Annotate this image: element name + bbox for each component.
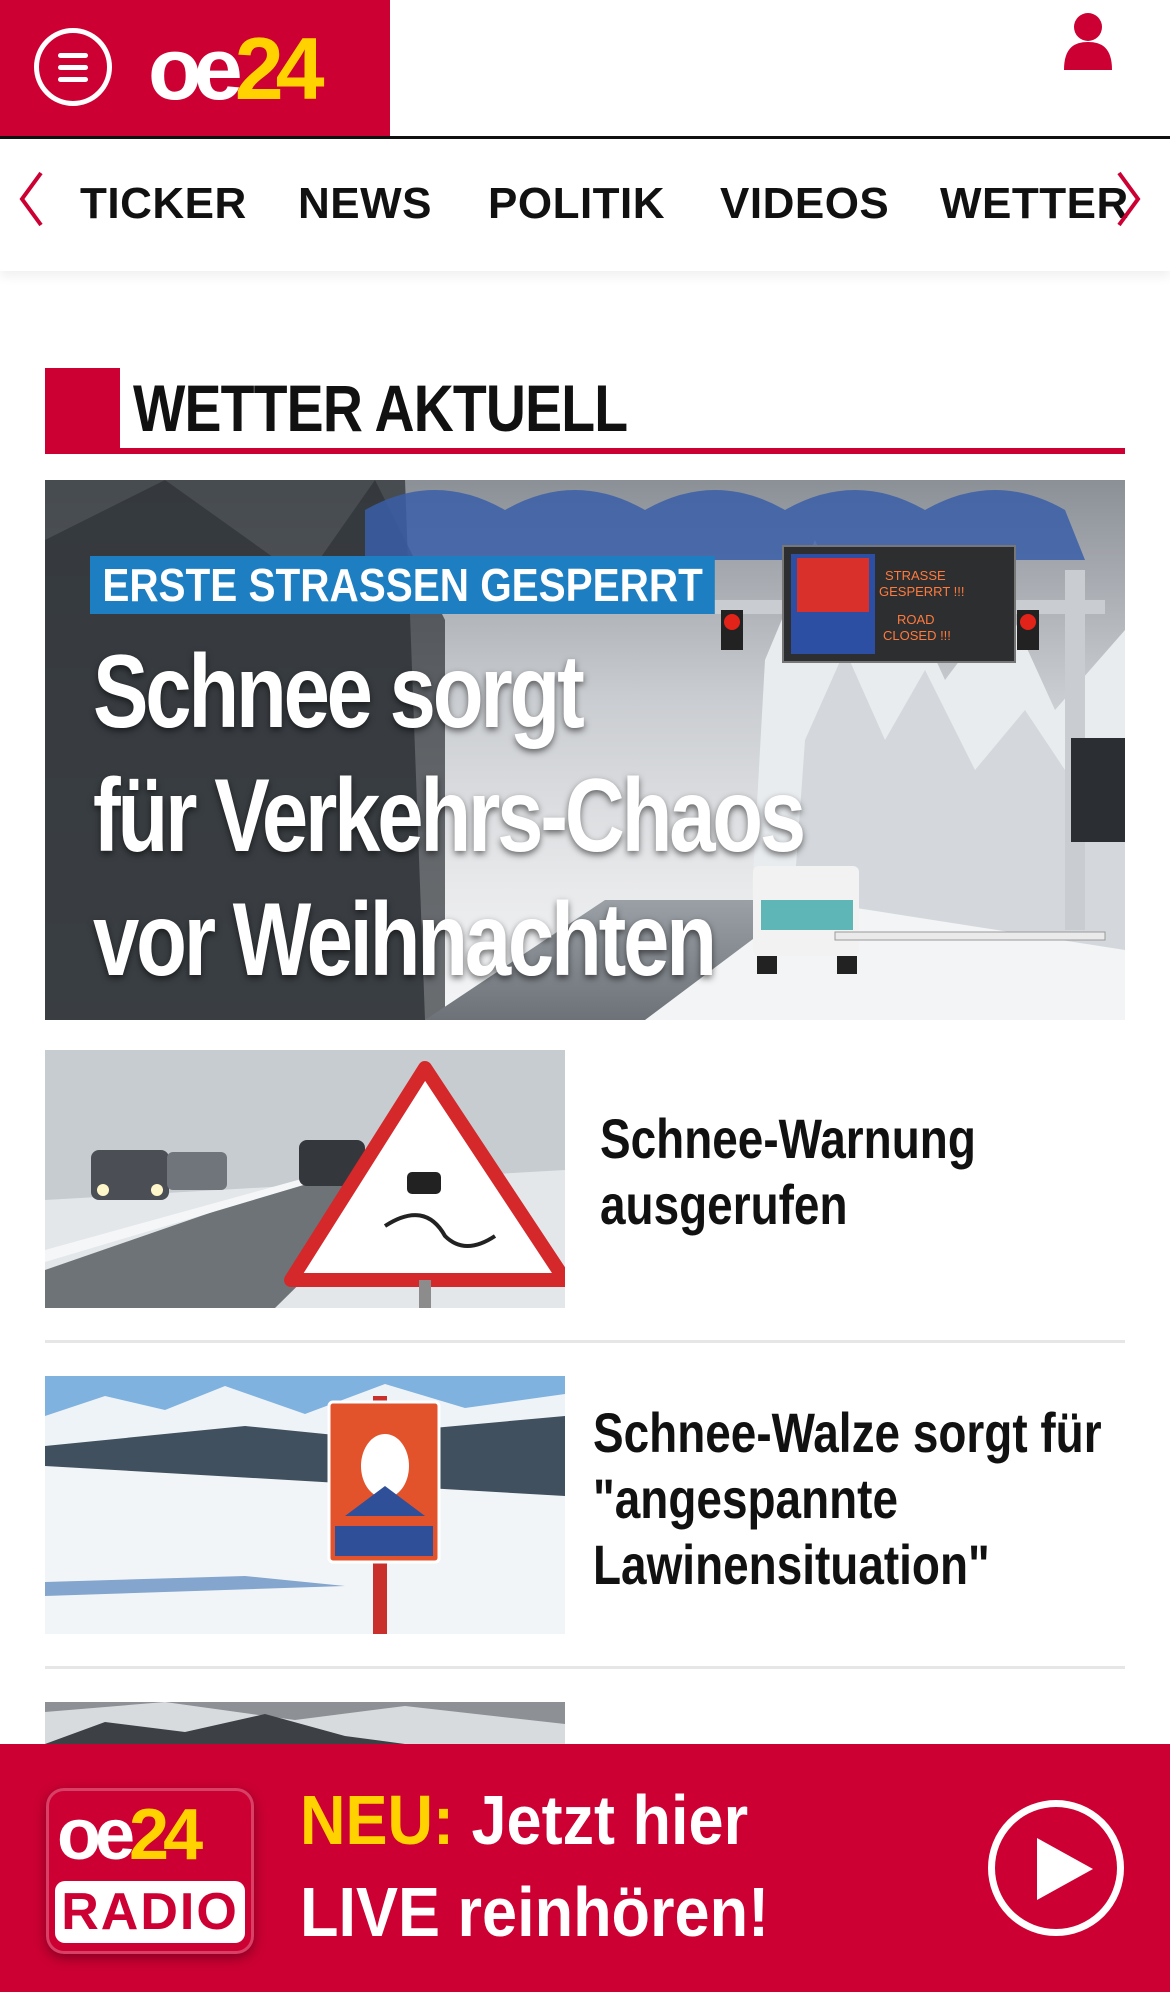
- top-bar: oe24: [0, 0, 1170, 139]
- brand-block: oe24: [0, 0, 390, 136]
- radio-promo-line1: NEU: Jetzt hier: [300, 1774, 769, 1866]
- article-item-partial[interactable]: [45, 1702, 1125, 1744]
- play-icon[interactable]: [988, 1800, 1124, 1936]
- divider: [45, 1666, 1125, 1669]
- category-nav: TICKER NEWS POLITIK VIDEOS WETTER: [0, 139, 1170, 271]
- article-title-line3: Lawinensituation": [593, 1533, 990, 1596]
- logo[interactable]: oe24: [148, 14, 325, 124]
- sign-text-1: STRASSE: [885, 568, 946, 583]
- section-header: WETTER AKTUELL: [45, 368, 1125, 454]
- hero-headline-line3: vor Weihnachten: [93, 882, 717, 998]
- article-item[interactable]: Schnee-Warnung ausgerufen: [45, 1050, 1125, 1308]
- radio-promo-line2: LIVE reinhören!: [300, 1873, 770, 1951]
- article-thumbnail: [45, 1376, 565, 1634]
- article-title-line1: Schnee-Walze sorgt für: [593, 1401, 1102, 1464]
- user-icon[interactable]: [1062, 12, 1114, 72]
- radio-logo-number: 24: [129, 1795, 203, 1875]
- hero-headline[interactable]: Schnee sorgt für Verkehrs-Chaos vor Weih…: [93, 630, 893, 1002]
- hero-headline-line2: für Verkehrs-Chaos: [93, 758, 806, 874]
- radio-logo[interactable]: oe24 RADIO: [46, 1788, 254, 1954]
- radio-logo-label: RADIO: [55, 1881, 245, 1943]
- article-title-line1: Schnee-Warnung: [600, 1107, 976, 1170]
- nav-item-news[interactable]: NEWS: [298, 179, 432, 229]
- hero-tag: ERSTE STRASSEN GESPERRT: [90, 556, 716, 614]
- chevron-left-icon[interactable]: [16, 169, 46, 239]
- radio-banner[interactable]: oe24 RADIO NEU: Jetzt hier LIVE reinhöre…: [0, 1744, 1170, 1992]
- divider: [45, 1340, 1125, 1343]
- logo-oe: oe: [148, 19, 243, 118]
- article-thumbnail: [45, 1050, 565, 1308]
- article-title[interactable]: Schnee-Warnung ausgerufen: [600, 1106, 1125, 1238]
- radio-logo-oe: oe: [57, 1795, 135, 1875]
- hamburger-menu-icon[interactable]: [34, 28, 112, 106]
- nav-item-ticker[interactable]: TICKER: [80, 179, 247, 229]
- logo-number: 24: [234, 19, 325, 118]
- radio-promo-neu: NEU:: [300, 1781, 454, 1859]
- article-item[interactable]: Schnee-Walze sorgt für "angespannte Lawi…: [45, 1376, 1125, 1634]
- chevron-right-icon[interactable]: [1114, 169, 1144, 239]
- nav-item-videos[interactable]: VIDEOS: [720, 179, 889, 229]
- nav-item-wetter[interactable]: WETTER: [940, 179, 1129, 229]
- hero-headline-line1: Schnee sorgt: [93, 634, 585, 750]
- hero-article[interactable]: STRASSE GESPERRT !!! ROAD CLOSED !!! ERS…: [45, 480, 1125, 1020]
- article-title[interactable]: Schnee-Walze sorgt für "angespannte Lawi…: [593, 1400, 1118, 1598]
- section-title: WETTER AKTUELL: [133, 371, 628, 445]
- sign-text-2: GESPERRT !!!: [879, 584, 965, 599]
- article-thumbnail: [45, 1702, 565, 1744]
- radio-promo-line1-rest: Jetzt hier: [453, 1781, 749, 1859]
- radio-logo-text: oe24: [57, 1795, 203, 1875]
- section-accent-block: [45, 368, 120, 454]
- article-title-line2: "angespannte: [593, 1467, 899, 1530]
- sign-text-4: CLOSED !!!: [883, 628, 951, 643]
- radio-promo-text[interactable]: NEU: Jetzt hier LIVE reinhören!: [300, 1774, 769, 1958]
- sign-text-3: ROAD: [897, 612, 935, 627]
- article-title-line2: ausgerufen: [600, 1173, 848, 1236]
- section-underline: [45, 448, 1125, 454]
- nav-item-politik[interactable]: POLITIK: [488, 179, 665, 229]
